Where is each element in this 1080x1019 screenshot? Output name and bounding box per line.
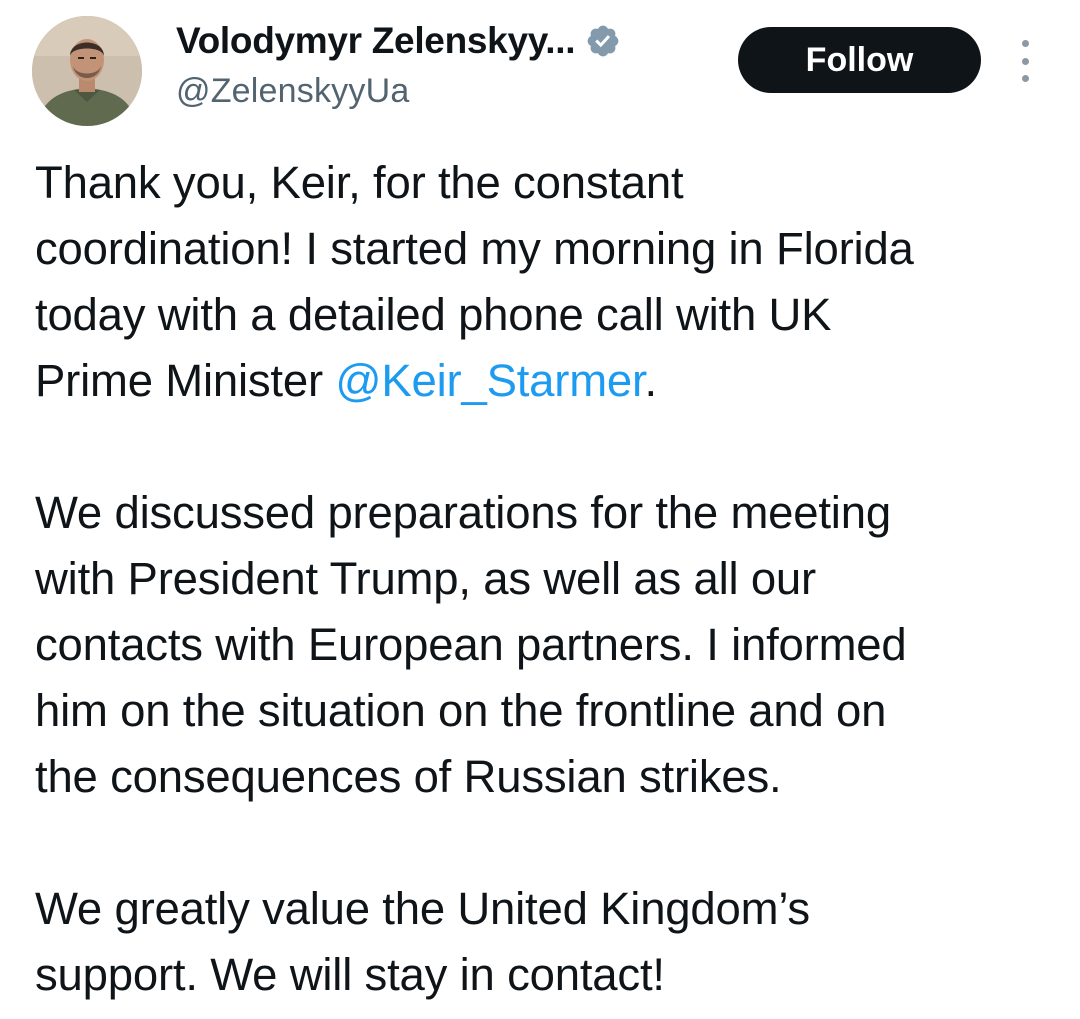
avatar-image	[32, 16, 142, 126]
tweet-line: support. We will stay in contact!	[35, 949, 665, 1000]
tweet-text-segment: .	[644, 355, 657, 406]
follow-button[interactable]: Follow	[738, 27, 981, 93]
author-name-row: Volodymyr Zelenskyy...	[176, 20, 621, 62]
more-options-icon[interactable]	[1010, 40, 1040, 82]
tweet-card: Volodymyr Zelenskyy... @ZelenskyyUa Foll…	[0, 0, 1080, 1019]
tweet-line: him on the situation on the frontline an…	[35, 685, 887, 736]
tweet-line: the consequences of Russian strikes.	[35, 751, 782, 802]
verified-badge-icon	[585, 23, 621, 59]
tweet-line: contacts with European partners. I infor…	[35, 619, 907, 670]
tweet-text-segment: Prime Minister	[35, 355, 336, 406]
tweet-line: with President Trump, as well as all our	[35, 553, 816, 604]
more-dot	[1021, 57, 1029, 65]
more-dot	[1021, 75, 1029, 82]
more-dot	[1021, 40, 1029, 47]
author-display-name[interactable]: Volodymyr Zelenskyy...	[176, 20, 576, 62]
tweet-line: coordination! I started my morning in Fl…	[35, 223, 914, 274]
mention-link[interactable]: @Keir_Starmer	[335, 355, 644, 406]
author-handle[interactable]: @ZelenskyyUa	[176, 72, 409, 111]
tweet-line: We greatly value the United Kingdom’s	[35, 883, 810, 934]
author-avatar[interactable]	[32, 16, 142, 126]
tweet-line: We discussed preparations for the meetin…	[35, 487, 891, 538]
tweet-line: Prime Minister @Keir_Starmer.	[35, 348, 1065, 414]
tweet-line: today with a detailed phone call with UK	[35, 289, 832, 340]
tweet-line: Thank you, Keir, for the constant	[35, 157, 684, 208]
tweet-body: Thank you, Keir, for the constant coordi…	[35, 150, 1065, 1008]
